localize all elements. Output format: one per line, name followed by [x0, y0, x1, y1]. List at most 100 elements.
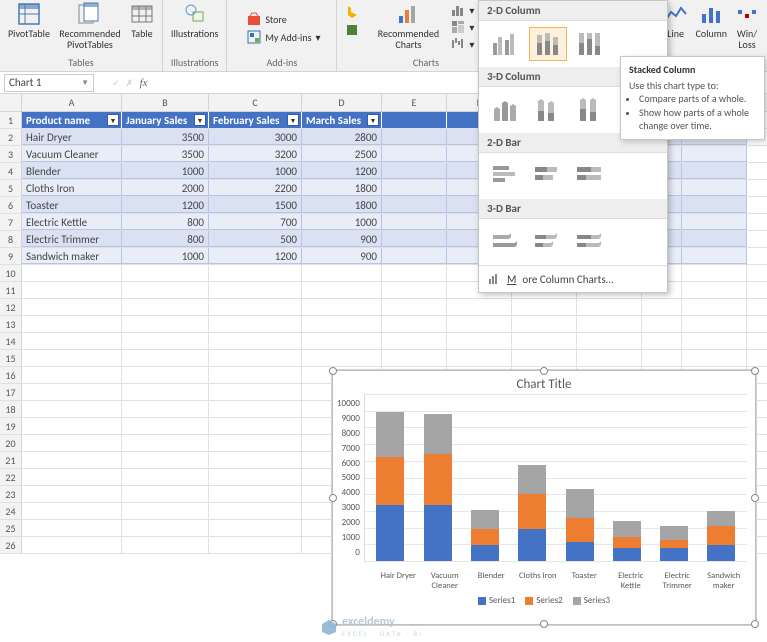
row-header[interactable]: 19 [0, 418, 22, 434]
cell[interactable] [22, 486, 122, 502]
cell[interactable] [302, 282, 382, 298]
cell[interactable] [682, 316, 747, 332]
cell[interactable] [682, 146, 747, 162]
cell[interactable] [682, 180, 747, 196]
cell[interactable]: Toaster [22, 197, 122, 213]
cell[interactable] [209, 537, 302, 553]
col-header[interactable]: D [302, 94, 382, 111]
cell[interactable] [382, 180, 447, 196]
cell[interactable]: 2800 [302, 129, 382, 145]
cell[interactable] [512, 350, 577, 366]
cell[interactable] [642, 316, 682, 332]
row-header[interactable]: 10 [0, 265, 22, 281]
bar-segment[interactable] [613, 521, 641, 537]
cell[interactable] [209, 486, 302, 502]
cell[interactable]: Hair Dryer [22, 129, 122, 145]
cell[interactable]: Electric Kettle [22, 214, 122, 230]
bar-segment[interactable] [518, 494, 546, 529]
resize-handle[interactable] [751, 367, 759, 375]
name-box-dropdown-icon[interactable]: ▼ [81, 78, 89, 88]
cell[interactable] [122, 537, 209, 553]
resize-handle[interactable] [329, 494, 337, 502]
cell[interactable] [209, 350, 302, 366]
cell[interactable] [209, 333, 302, 349]
bar-column[interactable] [613, 521, 641, 561]
row-header[interactable]: 1 [0, 112, 22, 128]
cell[interactable] [22, 503, 122, 519]
cell[interactable] [209, 520, 302, 536]
cell[interactable] [22, 299, 122, 315]
bar-column[interactable] [376, 412, 404, 561]
3d-100-stacked-column-option[interactable] [571, 93, 609, 127]
cell[interactable] [447, 333, 512, 349]
sparkline-winloss-button[interactable]: Win/ Loss [731, 0, 763, 52]
cell[interactable]: 3500 [122, 129, 209, 145]
resize-handle[interactable] [540, 620, 548, 628]
store-button[interactable]: Store [243, 11, 290, 27]
cell[interactable]: 1800 [302, 180, 382, 196]
cell[interactable]: 1000 [209, 163, 302, 179]
resize-handle[interactable] [751, 494, 759, 502]
cell[interactable] [382, 146, 447, 162]
row-header[interactable]: 4 [0, 163, 22, 179]
row-header[interactable]: 25 [0, 520, 22, 536]
cell[interactable] [22, 282, 122, 298]
more-column-charts-button[interactable]: More Column Charts... [479, 265, 667, 292]
row-header[interactable]: 26 [0, 537, 22, 553]
bar-segment[interactable] [707, 511, 735, 525]
cell[interactable]: 1800 [302, 197, 382, 213]
cell[interactable]: 2200 [209, 180, 302, 196]
cell[interactable]: 3000 [209, 129, 302, 145]
cell[interactable] [122, 367, 209, 383]
3d-stacked-column-option[interactable] [529, 93, 567, 127]
cell[interactable]: 2000 [122, 180, 209, 196]
bar-segment[interactable] [376, 412, 404, 457]
recommended-charts-button[interactable]: Recommended Charts [371, 0, 445, 52]
cell[interactable]: 1000 [122, 163, 209, 179]
cell[interactable] [577, 333, 642, 349]
cell[interactable] [122, 520, 209, 536]
cell[interactable]: 1200 [122, 197, 209, 213]
cell[interactable]: 800 [122, 214, 209, 230]
cell[interactable]: Vacuum Cleaner [22, 146, 122, 162]
cell[interactable]: 3200 [209, 146, 302, 162]
clustered-bar-option[interactable] [487, 159, 525, 193]
cell[interactable]: 900 [302, 248, 382, 264]
cell[interactable] [382, 265, 447, 281]
cell[interactable] [682, 333, 747, 349]
row-header[interactable]: 12 [0, 299, 22, 315]
cell[interactable] [22, 316, 122, 332]
cell[interactable] [122, 486, 209, 502]
embedded-chart[interactable]: Chart Title 1000090008000700060005000400… [332, 370, 756, 625]
illustrations-button[interactable]: Illustrations [167, 0, 223, 41]
legend-item[interactable]: Series2 [525, 595, 562, 606]
cell[interactable] [209, 265, 302, 281]
cell[interactable] [122, 503, 209, 519]
cell[interactable] [447, 316, 512, 332]
cell[interactable]: February Sales▼ [209, 112, 302, 128]
3d-clustered-bar-option[interactable] [487, 225, 525, 259]
bar-segment[interactable] [471, 510, 499, 529]
100-stacked-column-option[interactable] [571, 27, 609, 61]
row-header[interactable]: 15 [0, 350, 22, 366]
cell[interactable] [209, 316, 302, 332]
cell[interactable] [22, 401, 122, 417]
cell[interactable] [382, 112, 447, 128]
cell[interactable] [382, 214, 447, 230]
row-header[interactable]: 8 [0, 231, 22, 247]
bar-segment[interactable] [660, 540, 688, 548]
bar-column[interactable] [566, 489, 594, 561]
row-header[interactable]: 20 [0, 435, 22, 451]
cell[interactable]: 1200 [302, 163, 382, 179]
bar-segment[interactable] [376, 457, 404, 505]
bar-segment[interactable] [566, 542, 594, 561]
bar-segment[interactable] [566, 489, 594, 518]
cell[interactable]: March Sales▼ [302, 112, 382, 128]
resize-handle[interactable] [751, 620, 759, 628]
cell[interactable] [302, 299, 382, 315]
cell[interactable] [577, 316, 642, 332]
cell[interactable]: Blender [22, 163, 122, 179]
row-header[interactable]: 23 [0, 486, 22, 502]
row-header[interactable]: 11 [0, 282, 22, 298]
bar-column[interactable] [707, 511, 735, 561]
